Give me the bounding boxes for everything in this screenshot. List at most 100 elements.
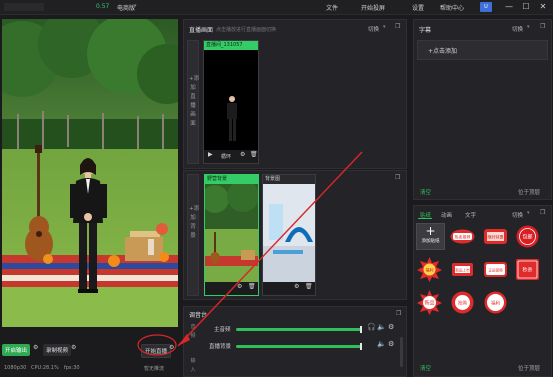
subtitle-panel-title: 字幕 — [419, 27, 432, 34]
headphones-icon[interactable]: 🎧 — [367, 324, 376, 331]
maximize-icon[interactable]: ☐ — [520, 1, 532, 13]
background-card-studio[interactable]: 背景图 ⚙ 🗑 — [262, 174, 316, 296]
sticker-welfare[interactable]: 福利 — [416, 256, 443, 283]
chevron-down-icon[interactable]: ▾ — [527, 211, 530, 216]
sticker-free-shipping[interactable]: 包邮 — [514, 223, 541, 250]
record-video-button[interactable]: 录制视频 — [43, 344, 72, 356]
sticker-authentic[interactable]: 正品保障 — [482, 256, 509, 283]
active-tab-underline — [418, 218, 432, 219]
sticker-new[interactable]: 新品 — [416, 289, 443, 316]
avatar[interactable]: U — [480, 2, 492, 12]
copy-icon[interactable]: ❐ — [396, 311, 401, 317]
menu-file[interactable]: 文件 — [326, 3, 338, 12]
studio-thumbnail — [263, 184, 315, 284]
tab-text[interactable]: 文字 — [465, 211, 476, 219]
status-bar: 1080p30 CPU:28.1% fps:30 暂无推流 — [0, 362, 200, 377]
gear-icon[interactable]: ⚙ — [237, 284, 242, 290]
sticker-switch[interactable]: 切换 — [512, 211, 523, 219]
speaker-icon[interactable]: 🔈 — [377, 324, 386, 331]
presenter-switch[interactable]: 切换 — [368, 25, 379, 33]
minimize-icon[interactable]: — — [503, 1, 515, 13]
sticker-welfare-badge[interactable]: 福利 — [482, 289, 509, 316]
sticker-text: 福利 — [426, 266, 434, 272]
app-mode-title[interactable]: 电商版 — [117, 3, 135, 12]
menu-help[interactable]: 帮助中心 — [440, 3, 464, 12]
gear-icon[interactable]: ⚙ — [388, 324, 394, 331]
sticker-limited-offer[interactable]: 限时特惠 — [482, 223, 509, 250]
copy-icon[interactable]: ❐ — [395, 24, 400, 30]
sticker-rush-buy[interactable]: 抢购 — [449, 289, 476, 316]
gear-icon[interactable]: ⚙ — [33, 345, 38, 351]
side-label-char: 入 — [190, 367, 196, 373]
sticker-clear[interactable]: 清空 — [420, 364, 431, 372]
subtitle-panel: 字幕 切换 ▾ ❐ +点击添加 清空 位于顶层 — [413, 19, 552, 200]
chevron-down-icon[interactable]: ▾ — [527, 25, 530, 30]
sticker-hot-sale[interactable]: 热卖推荐 — [449, 223, 476, 250]
status-resolution: 1080p30 — [4, 365, 27, 371]
presenter-thumbnail — [227, 96, 237, 141]
gear-icon[interactable]: ⚙ — [388, 341, 394, 348]
gear-icon[interactable]: ⚙ — [71, 345, 76, 351]
sticker-text: 新品上市 — [455, 267, 470, 272]
live-preview-canvas[interactable] — [2, 19, 178, 327]
side-label-char: 输 — [190, 358, 196, 364]
side-label-char: 频 — [190, 333, 196, 339]
mixer-title: 调音台 — [189, 312, 208, 319]
mixer-row-bg-knob[interactable] — [360, 343, 362, 350]
add-presenter-label: +添加直播画面 — [189, 76, 200, 127]
add-presenter-button[interactable]: +添加直播画面 — [187, 40, 199, 164]
subtitle-layer-position[interactable]: 位于顶层 — [518, 188, 540, 196]
trash-icon[interactable]: 🗑 — [248, 284, 256, 290]
copy-icon[interactable]: ❐ — [395, 175, 400, 181]
audio-mixer-panel: 调音台 ❐ 音 频 输 入 主音频 🎧 🔈 ⚙ 直播背景 🔈 ⚙ — [183, 306, 407, 377]
tab-animation[interactable]: 动画 — [441, 211, 452, 219]
add-subtitle-button[interactable]: +点击添加 — [417, 40, 548, 60]
mixer-scrollbar[interactable] — [400, 337, 403, 367]
play-icon[interactable]: ▶ — [208, 152, 213, 158]
chevron-down-icon[interactable]: ▾ — [383, 25, 386, 30]
copy-icon[interactable]: ❐ — [540, 24, 545, 30]
mixer-row-main-knob[interactable] — [360, 326, 362, 333]
menu-screen-cast[interactable]: 开始投屏 — [361, 3, 385, 12]
app-logo — [4, 3, 44, 11]
presenter-panel-title: 直播画面 — [189, 27, 214, 34]
start-live-button[interactable]: 开始直播 — [141, 344, 172, 358]
background-card-camping-label: 野营背景 — [205, 175, 258, 184]
add-sticker-label: 添加贴纸 — [421, 239, 440, 244]
side-label-char: 音 — [190, 324, 196, 330]
add-sticker-button[interactable]: + 添加贴纸 — [416, 223, 445, 250]
sticker-panel: 贴纸 动画 文字 切换 ▾ ❐ + 添加贴纸 热卖推荐 限时特惠 包邮 福利 新… — [413, 205, 552, 377]
speaker-icon[interactable]: 🔈 — [377, 341, 386, 348]
copy-icon[interactable]: ❐ — [540, 210, 545, 216]
close-icon[interactable]: ✕ — [537, 1, 549, 13]
background-card-studio-label: 背景图 — [263, 175, 315, 184]
status-fps: fps:30 — [64, 365, 80, 371]
sticker-flash-sale[interactable]: 秒杀 — [514, 256, 541, 283]
add-background-button[interactable]: +添加背景 — [187, 174, 199, 296]
menu-settings[interactable]: 设置 — [412, 3, 424, 12]
gear-icon[interactable]: ⚙ — [240, 152, 245, 158]
mixer-row-main-slider[interactable] — [236, 328, 362, 331]
sticker-layer-position[interactable]: 位于顶层 — [518, 364, 540, 372]
trash-icon[interactable]: 🗑 — [250, 152, 258, 158]
sticker-text: 新品 — [424, 299, 434, 306]
preview-scene-image — [2, 19, 178, 327]
sticker-new-arrival[interactable]: 新品上市 — [449, 256, 476, 283]
loop-label[interactable]: 循环 — [221, 153, 231, 160]
presenter-panel: 直播画面 点击播放进行直播画面切换 切换 ▾ ❐ +添加直播画面 直播间_131… — [183, 19, 407, 169]
subtitle-switch[interactable]: 切换 — [512, 25, 523, 33]
presenter-card[interactable]: 直播间_131057 ▶ 循环 ⚙ 🗑 — [203, 40, 259, 164]
live-output-button[interactable]: 开启输出 — [2, 344, 31, 356]
trash-icon[interactable]: 🗑 — [305, 284, 313, 290]
sticker-text: 正品保障 — [488, 268, 503, 273]
subtitle-clear[interactable]: 清空 — [420, 188, 431, 196]
background-card-camping[interactable]: 野营背景 ⚙ 🗑 — [204, 174, 259, 296]
add-subtitle-label: +点击添加 — [428, 48, 458, 55]
status-live: 暂无推流 — [144, 366, 165, 372]
gear-icon[interactable]: ⚙ — [294, 284, 299, 290]
mixer-row-bg-label: 直播背景 — [209, 344, 232, 350]
gear-icon[interactable]: ⚙ — [169, 345, 174, 351]
plus-icon: + — [425, 224, 436, 238]
chevron-down-icon[interactable]: ▾ — [134, 3, 137, 9]
mixer-row-bg-slider[interactable] — [236, 345, 362, 348]
